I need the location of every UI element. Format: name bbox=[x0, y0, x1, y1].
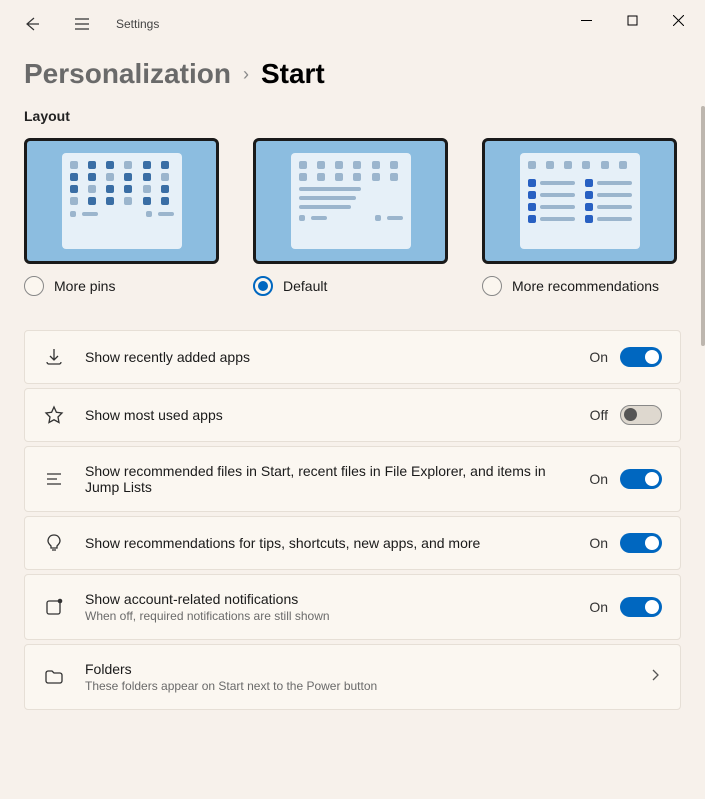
layout-preview-more-recommendations bbox=[482, 138, 677, 264]
scrollbar-vertical[interactable] bbox=[701, 106, 705, 346]
toggle-state-label: On bbox=[589, 599, 608, 615]
app-title: Settings bbox=[116, 17, 159, 31]
folder-icon bbox=[43, 667, 65, 687]
layout-option-more-recommendations[interactable]: More recommendations bbox=[482, 138, 677, 296]
lightbulb-icon bbox=[43, 533, 65, 553]
chevron-right-icon bbox=[648, 668, 662, 687]
setting-title: Folders bbox=[85, 661, 628, 677]
toggle-recommendations-tips[interactable] bbox=[620, 533, 662, 553]
toggle-state-label: On bbox=[589, 349, 608, 365]
toggle-recently-added[interactable] bbox=[620, 347, 662, 367]
chevron-right-icon: › bbox=[243, 64, 249, 85]
setting-recommended-files[interactable]: Show recommended files in Start, recent … bbox=[24, 446, 681, 512]
setting-most-used-apps[interactable]: Show most used apps Off bbox=[24, 388, 681, 442]
layout-preview-more-pins bbox=[24, 138, 219, 264]
notification-badge-icon bbox=[43, 597, 65, 617]
setting-title: Show recommendations for tips, shortcuts… bbox=[85, 535, 569, 551]
setting-recommendations-tips[interactable]: Show recommendations for tips, shortcuts… bbox=[24, 516, 681, 570]
radio-more-recommendations[interactable] bbox=[482, 276, 502, 296]
titlebar-left: Settings bbox=[0, 0, 159, 48]
menu-button[interactable] bbox=[66, 8, 98, 40]
radio-label: Default bbox=[283, 278, 327, 294]
setting-subtitle: When off, required notifications are sti… bbox=[85, 609, 569, 623]
setting-recently-added-apps[interactable]: Show recently added apps On bbox=[24, 330, 681, 384]
toggle-state-label: On bbox=[589, 535, 608, 551]
list-icon bbox=[43, 469, 65, 489]
layout-option-default[interactable]: Default bbox=[253, 138, 448, 296]
setting-subtitle: These folders appear on Start next to th… bbox=[85, 679, 628, 693]
setting-folders[interactable]: Folders These folders appear on Start ne… bbox=[24, 644, 681, 710]
toggle-most-used[interactable] bbox=[620, 405, 662, 425]
toggle-state-label: Off bbox=[590, 407, 608, 423]
setting-title: Show most used apps bbox=[85, 407, 570, 423]
breadcrumb-parent[interactable]: Personalization bbox=[24, 58, 231, 90]
radio-default[interactable] bbox=[253, 276, 273, 296]
setting-title: Show recommended files in Start, recent … bbox=[85, 463, 569, 495]
layout-option-more-pins[interactable]: More pins bbox=[24, 138, 219, 296]
close-button[interactable] bbox=[655, 4, 701, 36]
toggle-account-notifications[interactable] bbox=[620, 597, 662, 617]
setting-title: Show recently added apps bbox=[85, 349, 569, 365]
setting-title: Show account-related notifications bbox=[85, 591, 569, 607]
section-title-layout: Layout bbox=[24, 108, 681, 124]
breadcrumb-current: Start bbox=[261, 58, 325, 90]
breadcrumb: Personalization › Start bbox=[0, 40, 705, 108]
minimize-button[interactable] bbox=[563, 4, 609, 36]
radio-more-pins[interactable] bbox=[24, 276, 44, 296]
layout-preview-default bbox=[253, 138, 448, 264]
star-icon bbox=[43, 405, 65, 425]
download-icon bbox=[43, 347, 65, 367]
back-button[interactable] bbox=[16, 8, 48, 40]
radio-label: More recommendations bbox=[512, 278, 659, 294]
maximize-button[interactable] bbox=[609, 4, 655, 36]
layout-options: More pins bbox=[24, 138, 681, 296]
radio-label: More pins bbox=[54, 278, 115, 294]
toggle-state-label: On bbox=[589, 471, 608, 487]
content: Layout More pins bbox=[0, 108, 705, 799]
toggle-recommended-files[interactable] bbox=[620, 469, 662, 489]
setting-account-notifications[interactable]: Show account-related notifications When … bbox=[24, 574, 681, 640]
